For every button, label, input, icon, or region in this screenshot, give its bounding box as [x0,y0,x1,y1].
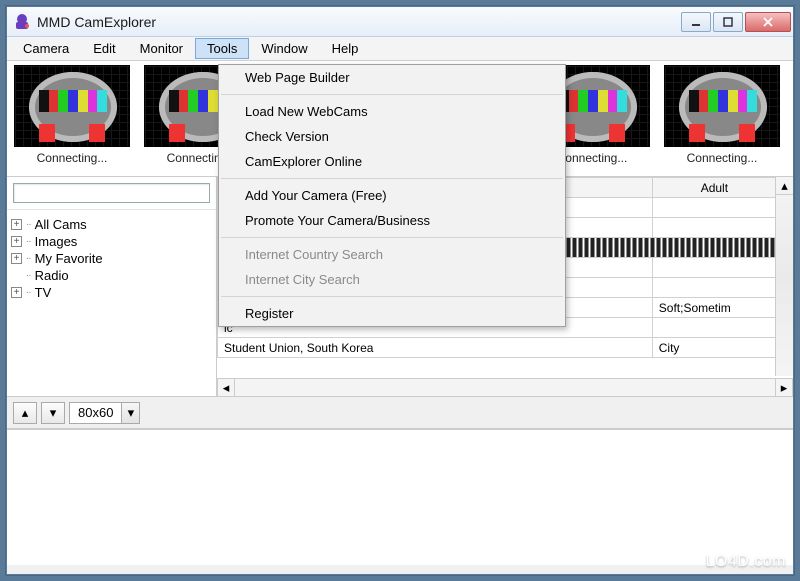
tree-node[interactable]: +··Images [11,233,212,250]
watermark: LO4D.com [706,553,786,571]
left-pane: +··All Cams +··Images +··My Favorite ··R… [7,177,217,396]
size-combo[interactable]: 80x60 ▾ [69,402,140,424]
menu-separator [221,178,563,179]
titlebar[interactable]: MMD CamExplorer [7,7,793,37]
menu-camera[interactable]: Camera [11,38,81,59]
minimize-button[interactable] [681,12,711,32]
scroll-up-icon[interactable]: ▴ [776,177,793,195]
tree-label: TV [35,285,52,300]
expand-icon[interactable]: + [11,236,22,247]
dropdown-item: Internet Country Search [219,242,565,267]
expand-icon[interactable]: + [11,287,22,298]
search-input[interactable] [13,183,210,203]
category-tree: +··All Cams +··Images +··My Favorite ··R… [7,210,216,307]
tree-label: All Cams [35,217,87,232]
close-button[interactable] [745,12,791,32]
tree-label: My Favorite [35,251,103,266]
tools-dropdown: Web Page Builder Load New WebCams Check … [218,64,566,327]
dropdown-item[interactable]: Check Version [219,124,565,149]
dropdown-item[interactable]: Load New WebCams [219,99,565,124]
bottom-toolbar: ▴ ▾ 80x60 ▾ [7,397,793,429]
size-down-button[interactable]: ▾ [41,402,65,424]
thumbnail-label: Connecting... [659,151,785,165]
menu-separator [221,296,563,297]
menu-help[interactable]: Help [320,38,371,59]
maximize-button[interactable] [713,12,743,32]
menu-separator [221,237,563,238]
tree-label: Radio [35,268,69,283]
dropdown-item[interactable]: Add Your Camera (Free) [219,183,565,208]
menubar: Camera Edit Monitor Tools Window Help [7,37,793,61]
dropdown-item[interactable]: Promote Your Camera/Business [219,208,565,233]
menu-separator [221,94,563,95]
thumbnail-card[interactable]: Connecting... [7,61,137,176]
menu-monitor[interactable]: Monitor [128,38,195,59]
window-title: MMD CamExplorer [37,14,679,30]
horizontal-scrollbar[interactable]: ◂ ▸ [217,378,793,396]
tree-label: Images [35,234,78,249]
tree-node[interactable]: +··TV [11,284,212,301]
dropdown-item[interactable]: Web Page Builder [219,65,565,90]
thumbnail-label: Connecting... [9,151,135,165]
expand-icon[interactable]: + [11,219,22,230]
dropdown-item[interactable]: CamExplorer Online [219,149,565,174]
vertical-scrollbar[interactable]: ▴ [775,177,793,376]
chevron-down-icon[interactable]: ▾ [121,403,139,423]
menu-edit[interactable]: Edit [81,38,127,59]
camera-preview [664,65,780,147]
camera-preview [14,65,130,147]
expand-icon[interactable]: + [11,253,22,264]
tree-node[interactable]: ··Radio [11,267,212,284]
menu-window[interactable]: Window [249,38,319,59]
menu-tools[interactable]: Tools [195,38,249,59]
window-buttons [679,12,791,32]
app-icon [13,13,31,31]
size-combo-value: 80x60 [70,405,121,420]
thumbnail-card[interactable]: Connecting... [657,61,787,176]
size-up-button[interactable]: ▴ [13,402,37,424]
app-window: MMD CamExplorer Camera Edit Monitor Tool… [6,6,794,575]
scroll-left-icon[interactable]: ◂ [217,379,235,396]
table-row[interactable]: Student Union, South KoreaCity [218,338,777,358]
scroll-right-icon[interactable]: ▸ [775,379,793,396]
column-header[interactable]: Adult [652,178,776,198]
dropdown-item: Internet City Search [219,267,565,292]
detail-area [7,429,793,565]
tree-node[interactable]: +··All Cams [11,216,212,233]
tree-node[interactable]: +··My Favorite [11,250,212,267]
dropdown-item[interactable]: Register [219,301,565,326]
